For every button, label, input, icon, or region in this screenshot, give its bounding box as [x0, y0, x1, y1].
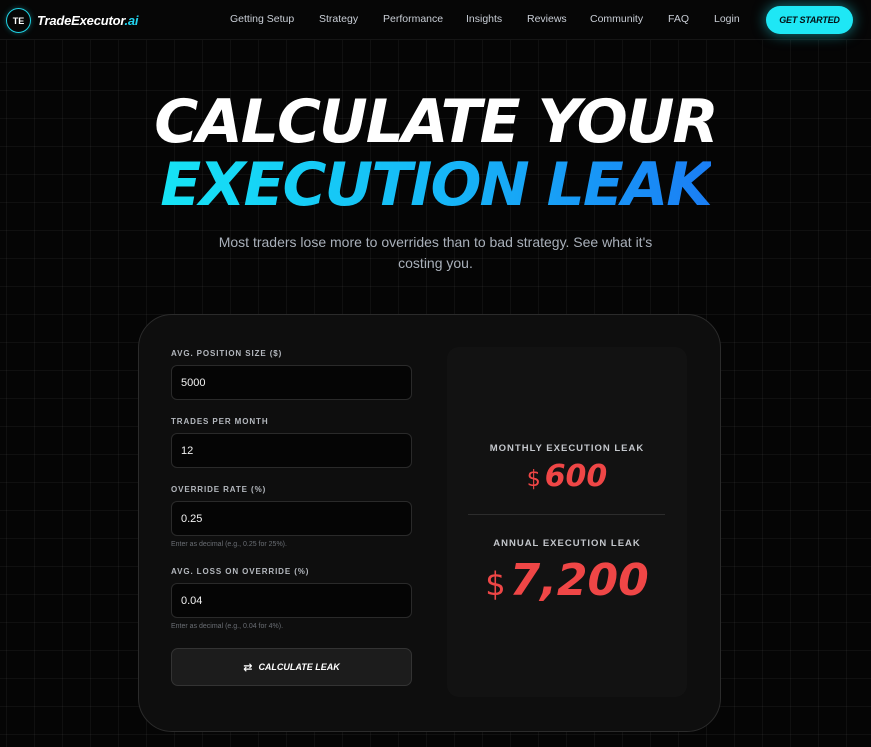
monthly-leak-value: $600 — [447, 462, 687, 492]
avg-loss-input[interactable] — [171, 583, 412, 618]
position-size-input[interactable] — [171, 365, 412, 400]
trades-per-month-input[interactable] — [171, 433, 412, 468]
position-size-label: AVG. POSITION SIZE ($) — [171, 349, 283, 358]
annual-leak-value: $7,200 — [447, 559, 687, 603]
calculate-leak-label: CALCULATE LEAK — [258, 662, 340, 672]
swap-arrows-icon: ⇄ — [243, 661, 253, 674]
avg-loss-label: AVG. LOSS ON OVERRIDE (%) — [171, 567, 310, 576]
annual-leak-amount: 7,200 — [509, 555, 649, 606]
nav-link-reviews[interactable]: Reviews — [527, 13, 567, 25]
annual-leak-label: ANNUAL EXECUTION LEAK — [493, 538, 641, 549]
nav-link-faq[interactable]: FAQ — [668, 13, 689, 25]
nav-links: Getting Setup Strategy Performance Insig… — [0, 13, 871, 27]
nav-link-login[interactable]: Login — [714, 13, 740, 25]
trades-per-month-label: TRADES PER MONTH — [171, 417, 269, 426]
hero-title-highlight: EXECUTION LEAK — [160, 150, 712, 220]
nav-link-getting-setup[interactable]: Getting Setup — [230, 13, 294, 25]
annual-currency-symbol: $ — [485, 565, 506, 603]
avg-loss-hint: Enter as decimal (e.g., 0.04 for 4%). — [171, 623, 284, 630]
hero-subtitle: Most traders lose more to overrides than… — [218, 234, 653, 271]
monthly-leak-amount: 600 — [544, 459, 608, 494]
monthly-currency-symbol: $ — [526, 467, 541, 492]
top-navbar: TE TradeExecutor.ai Getting Setup Strate… — [0, 0, 871, 40]
get-started-button[interactable]: GET STARTED — [766, 6, 853, 34]
results-divider — [468, 514, 665, 515]
nav-link-community[interactable]: Community — [590, 13, 643, 25]
nav-link-strategy[interactable]: Strategy — [319, 13, 358, 25]
override-rate-label: OVERRIDE RATE (%) — [171, 485, 267, 494]
override-rate-input[interactable] — [171, 501, 412, 536]
nav-link-insights[interactable]: Insights — [466, 13, 502, 25]
calculate-leak-button[interactable]: ⇄ CALCULATE LEAK — [171, 648, 412, 686]
override-rate-hint: Enter as decimal (e.g., 0.25 for 25%). — [171, 541, 287, 548]
nav-link-performance[interactable]: Performance — [383, 13, 443, 25]
monthly-leak-label: MONTHLY EXECUTION LEAK — [489, 443, 645, 454]
results-panel — [447, 347, 687, 697]
hero-title-line1: CALCULATE YOUR — [154, 87, 718, 157]
hero-title-line2: EXECUTION LEAK — [0, 155, 871, 215]
